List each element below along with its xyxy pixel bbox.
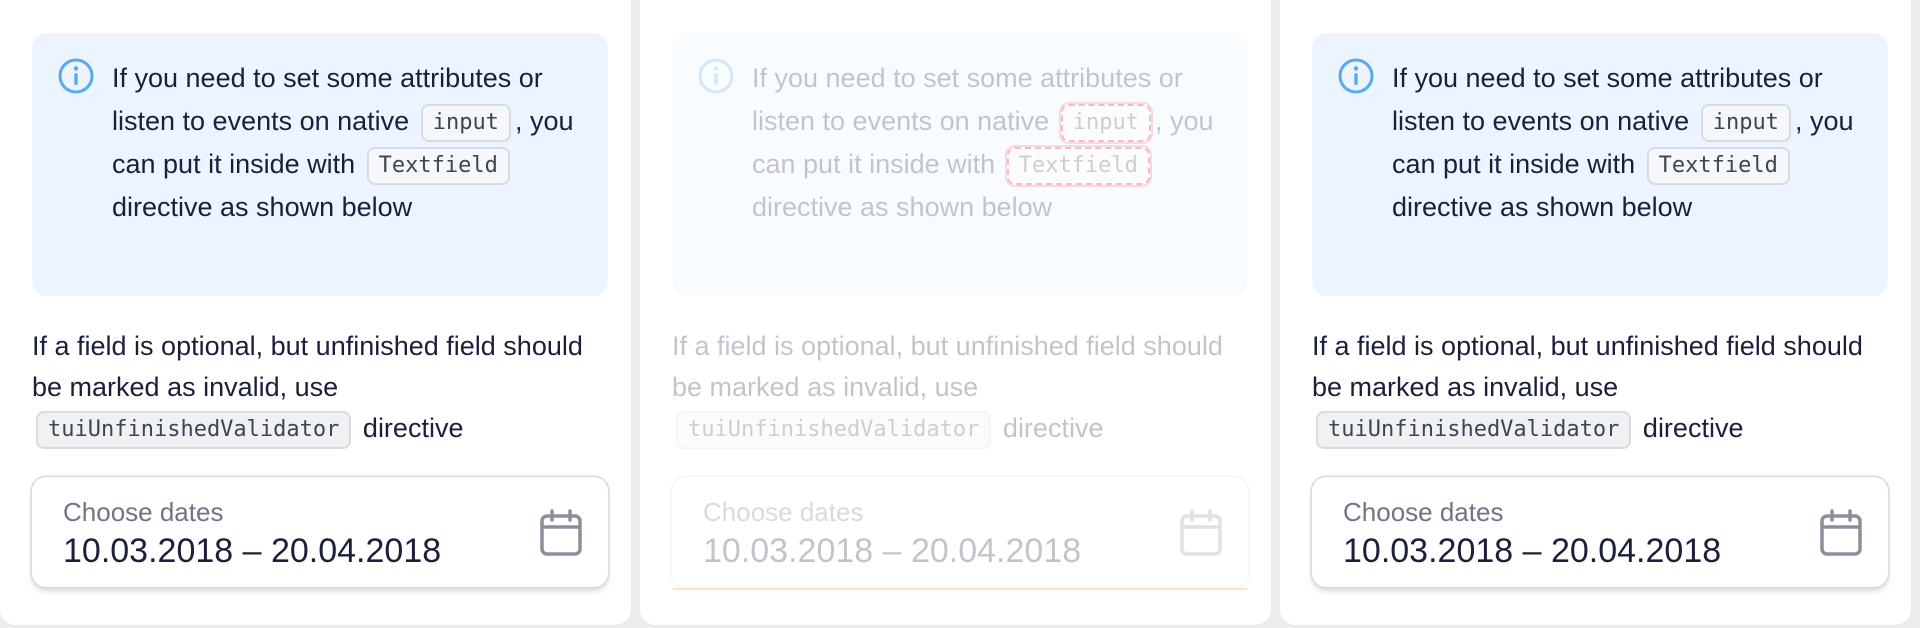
code-validator: tuiUnfinishedValidator [676,410,992,449]
paragraph-text-after: directive [1642,413,1744,443]
calendar-icon[interactable] [1179,509,1223,557]
validator-description: If a field is optional, but unfinished f… [32,326,608,449]
paragraph-text-before: If a field is optional, but unfinished f… [1312,331,1863,402]
code-textfield: Textfield [1004,144,1152,187]
date-field-value[interactable]: 10.03.2018 – 20.04.2018 [703,532,1081,571]
field-underline [672,588,1248,590]
code-validator: tuiUnfinishedValidator [1316,410,1632,449]
code-textfield: Textfield [1646,146,1790,185]
date-range-field[interactable]: Choose dates 10.03.2018 – 20.04.2018 [672,477,1248,590]
code-input: input [420,103,511,142]
notification-text: If you need to set some attributes or li… [752,57,1218,229]
code-validator: tuiUnfinishedValidator [36,410,352,449]
date-range-field[interactable]: Choose dates 10.03.2018 – 20.04.2018 [32,477,608,587]
info-notification: If you need to set some attributes or li… [1312,33,1888,296]
info-notification: If you need to set some attributes or li… [32,33,608,296]
date-field-label: Choose dates [63,497,224,527]
info-icon [58,58,94,94]
example-panel-3: If you need to set some attributes or li… [1280,0,1911,625]
calendar-icon[interactable] [1819,509,1863,557]
notification-text-after: directive as shown below [1392,192,1693,222]
date-field-label: Choose dates [1343,497,1504,527]
validator-description: If a field is optional, but unfinished f… [672,326,1248,449]
date-field-value[interactable]: 10.03.2018 – 20.04.2018 [1343,532,1721,571]
notification-text: If you need to set some attributes or li… [1392,57,1858,229]
date-field-label: Choose dates [703,497,864,527]
info-notification: If you need to set some attributes or li… [672,33,1248,296]
code-input: input [1058,101,1153,144]
calendar-icon[interactable] [539,509,583,557]
example-panel-1: If you need to set some attributes or li… [0,0,631,625]
date-range-field[interactable]: Choose dates 10.03.2018 – 20.04.2018 [1312,477,1888,587]
notification-text-after: directive as shown below [752,192,1053,222]
paragraph-text-after: directive [362,413,464,443]
info-icon [1338,58,1374,94]
validator-description: If a field is optional, but unfinished f… [1312,326,1888,449]
paragraph-text-before: If a field is optional, but unfinished f… [672,331,1223,402]
info-icon [698,58,734,94]
paragraph-text-after: directive [1002,413,1104,443]
paragraph-text-before: If a field is optional, but unfinished f… [32,331,583,402]
notification-text-after: directive as shown below [112,192,413,222]
code-input: input [1700,103,1791,142]
code-textfield: Textfield [366,146,510,185]
notification-text: If you need to set some attributes or li… [112,57,578,229]
example-panel-2: If you need to set some attributes or li… [640,0,1271,625]
date-field-value[interactable]: 10.03.2018 – 20.04.2018 [63,532,441,571]
